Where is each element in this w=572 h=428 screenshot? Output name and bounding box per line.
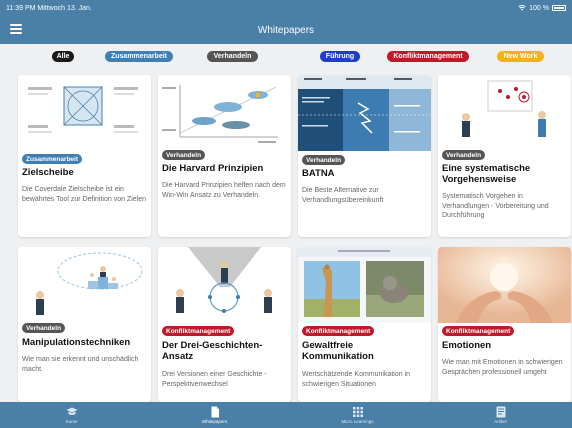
status-time: 11:39 PM Mittwoch 13. Jan. — [6, 4, 92, 12]
page-title: Whitepapers — [257, 24, 315, 36]
tab-label: Artikel — [494, 419, 507, 424]
category-badge: Verhandeln — [442, 150, 486, 160]
filter-zusammenarbeit[interactable]: Zusammenarbeit — [105, 51, 173, 62]
card-title: Die Harvard Prinzipien — [162, 163, 264, 174]
app-window: 11:39 PM Mittwoch 13. Jan. 100 % Whitepa… — [0, 0, 572, 428]
category-badge: Verhandeln — [302, 155, 346, 165]
status-indicators: 100 % — [518, 5, 566, 12]
filter-konfliktmanagement[interactable]: Konfliktmanagement — [387, 51, 469, 62]
harvard-chart-image — [158, 75, 291, 151]
category-badge: Zusammenarbeit — [22, 154, 83, 164]
card-harvard-prinzipien[interactable]: Verhandeln Die Harvard Prinzipien Die Ha… — [158, 75, 291, 237]
tab-kurse[interactable]: Kurse — [0, 402, 143, 428]
card-title: BATNA — [302, 168, 335, 179]
grid-dots-icon — [352, 407, 363, 417]
category-badge: Verhandeln — [162, 150, 206, 160]
category-badge: Verhandeln — [22, 323, 66, 333]
category-badge: Konfliktmanagement — [442, 326, 515, 336]
tab-label: Whitepapers — [201, 419, 228, 424]
card-description: Systematisch Vorgehen in Verhandlungen -… — [442, 193, 549, 219]
title-bar: Whitepapers — [0, 16, 572, 44]
card-batna[interactable]: Verhandeln BATNA Die Beste Alternative z… — [298, 75, 431, 237]
card-title: Manipulationstechniken — [22, 337, 131, 348]
tab-label: Kurse — [65, 419, 78, 424]
card-description: Wie man sie erkennt und unschädlich mach… — [22, 356, 139, 373]
target-diagram-image — [18, 75, 151, 151]
card-systematische-vorgehensweise[interactable]: Verhandeln Eine systematische Vorgehensw… — [438, 75, 571, 237]
tab-artikel[interactable]: Artikel — [429, 402, 572, 428]
card-title: Eine systematische Vorgehensweise — [442, 163, 531, 185]
menu-icon[interactable] — [10, 24, 22, 34]
battery-percent: 100 % — [529, 4, 549, 12]
giraffe-wolf-image — [298, 247, 431, 323]
article-icon — [496, 406, 505, 418]
hands-photo-image — [438, 247, 571, 323]
card-gewaltfreie-kommunikation[interactable]: Konfliktmanagement Gewaltfreie Kommunika… — [298, 247, 431, 402]
card-description: Die Beste Alternative zur Verhandlungsüb… — [302, 187, 384, 204]
category-badge: Konfliktmanagement — [302, 326, 375, 336]
filter-verhandeln[interactable]: Verhandeln — [207, 51, 258, 62]
filter-alle[interactable]: Alle — [52, 51, 74, 62]
card-description: Drei Versionen einer Geschichte - Perspe… — [162, 371, 267, 388]
card-manipulationstechniken[interactable]: Verhandeln Manipulationstechniken Wie ma… — [18, 247, 151, 402]
card-description: Die Harvard Prinzipien helfen nach dem W… — [162, 182, 286, 199]
card-description: Wertschätzende Kommunikation in schwieri… — [302, 371, 411, 388]
header: 11:39 PM Mittwoch 13. Jan. 100 % Whitepa… — [0, 0, 572, 44]
card-description: Die Coverdale Zielscheibe ist ein bewähr… — [22, 186, 146, 203]
card-zielscheibe[interactable]: Zusammenarbeit Zielscheibe Die Coverdale… — [18, 75, 151, 237]
status-bar: 11:39 PM Mittwoch 13. Jan. 100 % — [0, 0, 572, 16]
card-title: Zielscheibe — [22, 167, 74, 178]
three-stories-image — [158, 247, 291, 323]
batna-table-image — [298, 75, 431, 151]
tab-label: Micro Learnings — [341, 419, 374, 424]
bottom-tab-bar: Kurse Whitepapers Micro Learnings Artike… — [0, 402, 572, 428]
tab-whitepapers[interactable]: Whitepapers — [143, 402, 286, 428]
card-title: Der Drei-Geschichten-Ansatz — [162, 340, 263, 362]
graduation-cap-icon — [66, 407, 77, 415]
document-icon — [211, 406, 219, 418]
filter-fuehrung[interactable]: Führung — [320, 51, 360, 62]
card-title: Emotionen — [442, 340, 492, 351]
tab-micro-learnings[interactable]: Micro Learnings — [286, 402, 429, 428]
battery-icon — [552, 5, 566, 11]
category-badge: Konfliktmanagement — [162, 326, 235, 336]
card-description: Wie man mit Emotionen in schwierigen Ges… — [442, 359, 563, 376]
podium-figures-image — [18, 247, 151, 323]
presentation-figures-image — [438, 75, 571, 151]
card-emotionen[interactable]: Konfliktmanagement Emotionen Wie man mit… — [438, 247, 571, 402]
wifi-icon — [518, 5, 526, 11]
card-drei-geschichten-ansatz[interactable]: Konfliktmanagement Der Drei-Geschichten-… — [158, 247, 291, 402]
filter-new-work[interactable]: New Work — [497, 51, 544, 62]
filter-bar: Alle Zusammenarbeit Verhandeln Führung K… — [0, 48, 572, 66]
card-title: Gewaltfreie Kommunikation — [302, 340, 374, 362]
